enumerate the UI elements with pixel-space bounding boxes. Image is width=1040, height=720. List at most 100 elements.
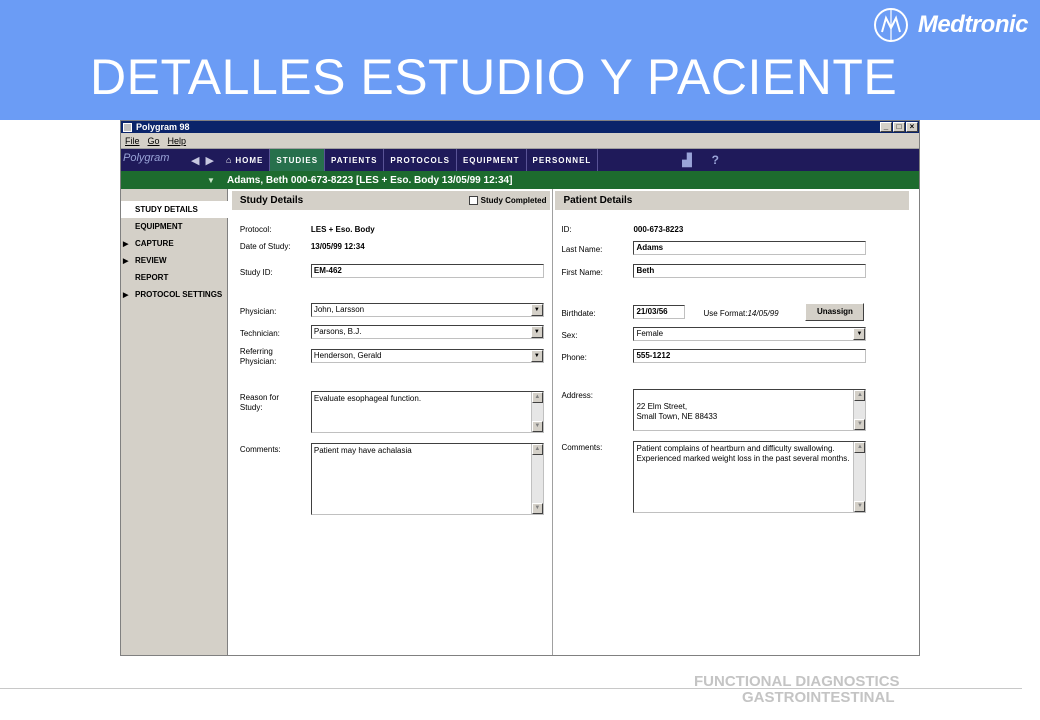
study-completed-checkbox[interactable]: Study Completed (468, 196, 547, 205)
tab-protocols[interactable]: PROTOCOLS (384, 149, 457, 171)
date-of-study-label: Date of Study: (239, 242, 291, 251)
patient-bar: ▼ Adams, Beth 000-673-8223 [LES + Eso. B… (121, 171, 919, 189)
technician-label: Technician: (239, 329, 280, 338)
phone-field[interactable]: 555-1212 (633, 349, 867, 363)
scrollbar[interactable]: ▲ ▼ (530, 444, 543, 514)
last-name-label: Last Name: (561, 245, 603, 254)
patient-bar-text: Adams, Beth 000-673-8223 [LES + Eso. Bod… (227, 174, 513, 186)
tab-home-label: HOME (235, 155, 264, 165)
tab-equipment[interactable]: EQUIPMENT (457, 149, 527, 171)
tab-patients[interactable]: PATIENTS (325, 149, 385, 171)
patient-comments-textarea[interactable]: Patient complains of heartburn and diffi… (633, 441, 867, 513)
forward-arrow-icon[interactable]: ▶ (205, 154, 213, 167)
close-button[interactable]: × (906, 122, 918, 132)
scrollbar[interactable]: ▲ ▼ (853, 442, 866, 512)
chevron-down-icon[interactable]: ▼ (530, 304, 543, 316)
address-label: Address: (561, 391, 594, 400)
tab-equipment-label: EQUIPMENT (462, 155, 520, 165)
sex-select[interactable]: Female ▼ (633, 327, 867, 341)
tab-studies[interactable]: STUDIES (270, 149, 326, 171)
scroll-up-icon[interactable]: ▲ (854, 390, 866, 401)
header-banner: DETALLES ESTUDIO Y PACIENTE Medtronic (0, 0, 1040, 120)
main-body: STUDY DETAILS EQUIPMENT ▶ CAPTURE ▶ REVIEW… (121, 189, 919, 655)
unassign-button[interactable]: Unassign (805, 303, 865, 321)
caret-right-icon: ▶ (123, 291, 129, 299)
help-icon[interactable]: ? (712, 153, 719, 167)
scroll-down-icon[interactable]: ▼ (854, 501, 866, 512)
first-name-field[interactable]: Beth (633, 264, 867, 278)
checkbox-box[interactable] (468, 196, 478, 205)
last-name-field[interactable]: Adams (633, 241, 867, 255)
sex-value: Female (636, 329, 664, 338)
tab-home[interactable]: ⌂ HOME (220, 149, 271, 171)
technician-value: Parsons, B.J. (313, 327, 362, 336)
sidebar-item-label: EQUIPMENT (135, 222, 183, 231)
sidebar-item-study-details[interactable]: STUDY DETAILS (121, 201, 228, 218)
study-comments-value: Patient may have achalasia (313, 446, 412, 455)
patient-details-panel: Patient Details ID: 000-673-8223 Last Na… (553, 189, 919, 655)
chevron-down-icon[interactable]: ▼ (207, 176, 219, 185)
technician-select[interactable]: Parsons, B.J. ▼ (310, 325, 544, 339)
physician-value: John, Larsson (313, 305, 365, 314)
scroll-down-icon[interactable]: ▼ (531, 503, 543, 514)
slide-title: DETALLES ESTUDIO Y PACIENTE (90, 49, 898, 105)
sidebar-item-report[interactable]: REPORT (121, 269, 227, 286)
sidebar-item-review[interactable]: ▶ REVIEW (121, 252, 227, 269)
window-title: Polygram 98 (136, 122, 190, 132)
patient-details-title: Patient Details (563, 195, 633, 206)
scroll-down-icon[interactable]: ▼ (854, 419, 866, 430)
study-id-field[interactable]: EM-462 (310, 264, 544, 278)
sidebar-item-label: REVIEW (135, 256, 167, 265)
study-comments-textarea[interactable]: Patient may have achalasia ▲ ▼ (310, 443, 544, 515)
sidebar-item-label: REPORT (135, 273, 169, 282)
sidebar-item-label: PROTOCOL SETTINGS (135, 290, 223, 299)
scrollbar[interactable]: ▲ ▼ (853, 390, 866, 430)
sidebar-item-label: STUDY DETAILS (135, 205, 198, 214)
scrollbar[interactable]: ▲ ▼ (530, 392, 543, 432)
sidebar-item-capture[interactable]: ▶ CAPTURE (121, 235, 227, 252)
back-arrow-icon[interactable]: ◀ (191, 154, 199, 167)
menu-go[interactable]: Go (148, 136, 160, 146)
referring-physician-select[interactable]: Henderson, Gerald ▼ (310, 349, 544, 363)
chevron-down-icon[interactable]: ▼ (853, 328, 866, 340)
protocol-label: Protocol: (239, 225, 272, 234)
footer-line-2: GASTROINTESTINAL (742, 689, 895, 706)
reason-label: Reason for Study: (239, 393, 279, 412)
nav-bar: Polygram ◀ ▶ ⌂ HOME STUDIES PATIENTS PRO… (121, 149, 919, 171)
minimize-button[interactable]: _ (880, 122, 892, 132)
address-textarea[interactable]: 22 Elm Street, Small Town, NE 88433 ▲ ▼ (633, 389, 867, 431)
sidebar-item-protocol-settings[interactable]: ▶ PROTOCOL SETTINGS (121, 286, 227, 303)
study-completed-label: Study Completed (480, 196, 547, 205)
scroll-up-icon[interactable]: ▲ (854, 442, 866, 453)
patient-comments-value: Patient complains of heartburn and diffi… (636, 444, 850, 463)
scroll-up-icon[interactable]: ▲ (531, 444, 543, 455)
chevron-down-icon[interactable]: ▼ (530, 350, 543, 362)
brand-logo: Medtronic (872, 6, 1029, 44)
window-titlebar: Polygram 98 _ □ × (121, 121, 919, 133)
referring-physician-value: Henderson, Gerald (313, 351, 382, 360)
physician-label: Physician: (239, 307, 277, 316)
phone-label: Phone: (561, 353, 587, 362)
chevron-down-icon[interactable]: ▼ (530, 326, 543, 338)
reason-value: Evaluate esophageal function. (313, 394, 422, 403)
app-icon (123, 122, 132, 132)
menu-help[interactable]: Help (168, 136, 187, 146)
maximize-button[interactable]: □ (893, 122, 905, 132)
tab-personnel[interactable]: PERSONNEL (527, 149, 599, 171)
sex-label: Sex: (561, 331, 578, 340)
protocol-value: LES + Eso. Body (310, 225, 375, 234)
chart-icon[interactable]: ▟ (682, 153, 691, 167)
scroll-up-icon[interactable]: ▲ (531, 392, 543, 403)
scroll-down-icon[interactable]: ▼ (531, 421, 543, 432)
reason-textarea[interactable]: Evaluate esophageal function. ▲ ▼ (310, 391, 544, 433)
sidebar-item-equipment[interactable]: EQUIPMENT (121, 218, 227, 235)
birthdate-label: Birthdate: (561, 309, 596, 318)
first-name-label: First Name: (561, 268, 603, 277)
menu-file[interactable]: File (125, 136, 140, 146)
slide: DETALLES ESTUDIO Y PACIENTE Medtronic Po… (0, 0, 1040, 720)
app-window: Polygram 98 _ □ × File Go Help Polygram … (120, 120, 920, 656)
birthdate-field[interactable]: 21/03/56 (633, 305, 686, 319)
patient-details-header: Patient Details (555, 191, 909, 210)
physician-select[interactable]: John, Larsson ▼ (310, 303, 544, 317)
menu-bar: File Go Help (121, 133, 919, 149)
